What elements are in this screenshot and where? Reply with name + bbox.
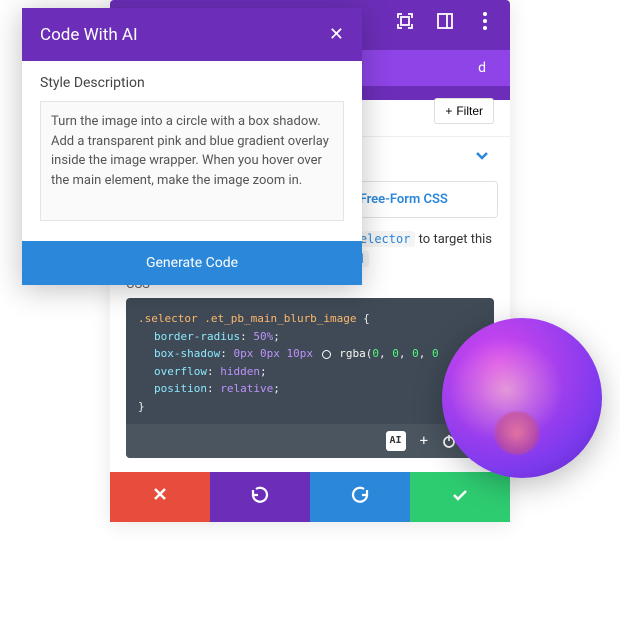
ai-modal-header: Code With AI ✕	[22, 8, 362, 61]
code-token: position	[154, 382, 207, 395]
code-token: border-radius	[154, 330, 240, 343]
action-bar	[110, 472, 510, 522]
code-token: 50%	[253, 330, 273, 343]
plus-icon: +	[445, 104, 452, 118]
filter-label: Filter	[456, 104, 483, 118]
generate-code-button[interactable]: Generate Code	[22, 241, 362, 285]
code-token: }	[138, 400, 145, 413]
chevron-down-icon[interactable]	[474, 147, 490, 167]
code-token: rgba	[339, 347, 366, 360]
code-token: 0px	[233, 347, 253, 360]
ai-button[interactable]: AI	[386, 431, 406, 451]
layout-icon[interactable]	[436, 12, 454, 30]
ai-modal-body: Style Description	[22, 61, 362, 241]
confirm-button[interactable]	[410, 472, 510, 522]
code-token: 10px	[286, 347, 313, 360]
ai-badge-label: AI	[386, 431, 406, 451]
code-toolbar: AI +	[126, 424, 494, 458]
preview-circle-image	[442, 318, 602, 478]
redo-button[interactable]	[310, 472, 410, 522]
menu-icon[interactable]	[476, 12, 494, 30]
sub-header-letter: d	[478, 60, 494, 76]
ai-modal: Code With AI ✕ Style Description Generat…	[22, 8, 362, 285]
code-token: .selector .et_pb_main_blurb_image	[138, 312, 357, 325]
code-token: box-shadow	[154, 347, 220, 360]
code-token: 0	[392, 347, 399, 360]
code-token: 0	[432, 347, 439, 360]
code-token: 0	[412, 347, 419, 360]
code-token: relative	[220, 382, 273, 395]
code-token: 0	[372, 347, 379, 360]
code-token: {	[357, 312, 370, 325]
undo-button[interactable]	[210, 472, 310, 522]
color-swatch-icon	[322, 350, 331, 359]
expand-icon[interactable]	[396, 12, 414, 30]
code-token: 0px	[260, 347, 280, 360]
code-token: hidden	[220, 365, 260, 378]
ai-modal-title: Code With AI	[40, 25, 138, 45]
style-description-input[interactable]	[40, 101, 344, 221]
add-icon[interactable]: +	[420, 430, 428, 452]
close-icon[interactable]: ✕	[329, 24, 344, 45]
style-description-label: Style Description	[40, 75, 344, 91]
filter-button[interactable]: + Filter	[434, 98, 494, 124]
code-token: overflow	[154, 365, 207, 378]
cancel-button[interactable]	[110, 472, 210, 522]
code-editor[interactable]: .selector .et_pb_main_blurb_image { bord…	[126, 298, 494, 458]
